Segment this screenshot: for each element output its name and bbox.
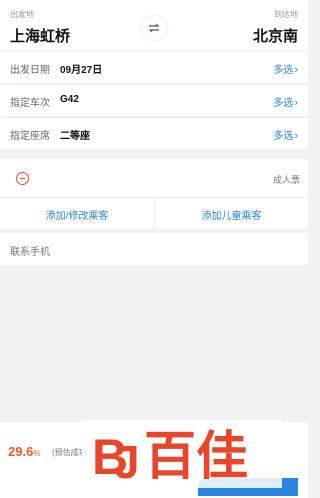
swap-icon <box>148 23 160 33</box>
svg-text:百佳: 百佳 <box>144 427 248 487</box>
seat-class-multiselect[interactable]: 多选› <box>273 127 298 142</box>
to-label: 到达地 <box>274 10 298 19</box>
success-rate-unit: % <box>33 449 41 458</box>
passenger-actions: 添加/修改乘客 添加儿童乘客 <box>0 197 308 230</box>
remove-passenger-icon[interactable] <box>16 172 29 185</box>
seat-class-row[interactable]: 指定座席 二等座 多选› <box>0 118 308 149</box>
train-number-row[interactable]: 指定车次 G42 多选› <box>0 85 308 116</box>
departure-date-value: 09月27日 <box>60 65 103 76</box>
swap-stations-button[interactable] <box>142 16 166 40</box>
chevron-right-icon: › <box>294 97 298 109</box>
chevron-right-icon: › <box>294 64 298 76</box>
seat-class-value: 二等座 <box>60 131 90 142</box>
train-number-multiselect[interactable]: 多选› <box>273 94 298 109</box>
multiselect-label: 多选 <box>273 65 294 76</box>
departure-date-label: 出发日期 <box>10 65 50 76</box>
train-number-value: G42 <box>60 94 79 105</box>
watermark-logo: B J 百佳 <box>82 420 282 488</box>
from-label: 出发地 <box>10 10 34 19</box>
contact-phone-row[interactable]: 联系手机 <box>0 233 308 265</box>
success-rate: 29.6% <box>8 444 40 459</box>
to-station[interactable]: 北京南 <box>253 25 298 46</box>
route-selector: 出发地 上海虹桥 到达地 北京南 <box>0 0 308 50</box>
seat-class-label: 指定座席 <box>10 131 50 142</box>
add-child-button[interactable]: 添加儿童乘客 <box>155 198 308 230</box>
add-passenger-button[interactable]: 添加/修改乘客 <box>0 198 154 230</box>
departure-date-multiselect[interactable]: 多选› <box>273 61 298 76</box>
contact-phone-label: 联系手机 <box>10 247 50 258</box>
multiselect-label: 多选 <box>273 98 294 109</box>
chevron-right-icon: › <box>294 130 298 142</box>
from-station[interactable]: 上海虹桥 <box>10 25 70 46</box>
svg-text:J: J <box>114 436 140 488</box>
passenger-section: 成人票 添加/修改乘客 添加儿童乘客 <box>0 159 308 230</box>
train-number-label: 指定车次 <box>10 98 50 109</box>
departure-date-row[interactable]: 出发日期 09月27日 多选› <box>0 52 308 83</box>
ticket-type-label: 成人票 <box>272 175 300 185</box>
multiselect-label: 多选 <box>273 131 294 142</box>
success-rate-value: 29.6 <box>8 444 34 459</box>
